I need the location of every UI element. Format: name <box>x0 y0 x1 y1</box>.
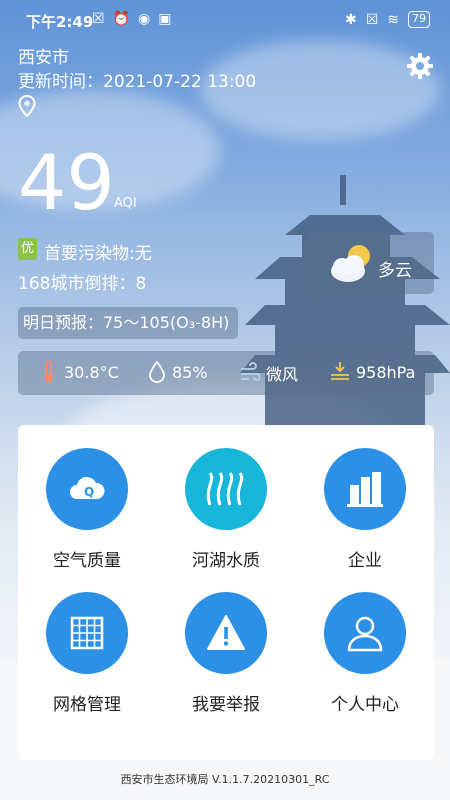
status-bar: 下午2:49 ☒ ⏰ ◉ ▣ ✱ ☒ ≋ 79 <box>0 0 450 40</box>
update-time: 更新时间：2021-07-22 13:00 <box>18 67 256 92</box>
menu-label: 河湖水质 <box>192 551 260 571</box>
gear-icon[interactable] <box>406 52 434 80</box>
menu-label: 空气质量 <box>53 551 121 571</box>
location-pin-icon[interactable] <box>18 95 36 117</box>
grid-management-circle <box>46 592 128 674</box>
grid-icon <box>70 616 104 650</box>
aqi-unit: AQI <box>114 196 137 211</box>
wechat-icon: ◉ <box>138 11 151 27</box>
weather-condition: 多云 <box>378 261 412 281</box>
water-quality-circle <box>185 448 267 530</box>
humidity-value: 85% <box>172 362 208 382</box>
wind-value: 微风 <box>266 365 299 384</box>
cloud-q-icon: Q <box>70 476 105 499</box>
user-icon <box>347 616 383 652</box>
menu-label: 网格管理 <box>53 695 121 715</box>
report-circle <box>185 592 267 674</box>
menu-enterprise[interactable]: 企业 <box>296 448 434 571</box>
enterprise-circle <box>324 448 406 530</box>
city-rank[interactable]: 168城市倒排：8 <box>18 269 146 294</box>
wind-icon <box>241 362 260 381</box>
status-time: 下午2:49 <box>26 13 94 31</box>
menu-grid-management[interactable]: 网格管理 <box>18 592 156 715</box>
aqi-level-badge: 优 <box>18 238 37 260</box>
tomorrow-forecast: 明日预报：75～105(O₃-8H) <box>18 307 238 339</box>
menu-label: 企业 <box>348 551 382 571</box>
water-drop-icon <box>149 361 165 383</box>
update-label: 更新时间： <box>18 72 103 92</box>
water-waves-icon <box>206 472 244 506</box>
sim-icon: ☒ <box>365 11 379 28</box>
pressure-value: 958hPa <box>356 362 416 382</box>
wifi-icon: ≋ <box>387 11 399 28</box>
buildings-icon <box>347 472 383 507</box>
wind-metric: 微风 <box>240 361 298 385</box>
notification-icon: ☒ <box>92 11 105 27</box>
pagoda-illustration <box>240 175 450 435</box>
update-value: 2021-07-22 13:00 <box>103 72 257 92</box>
pressure-icon <box>331 362 349 380</box>
menu-personal-center[interactable]: 个人中心 <box>296 592 434 715</box>
aqi-value: 49 <box>18 138 115 227</box>
air-quality-circle: Q <box>46 448 128 530</box>
menu-label: 我要举报 <box>192 695 260 715</box>
menu-air-quality[interactable]: Q 空气质量 <box>18 448 156 571</box>
temperature-value: 30.8°C <box>64 362 119 382</box>
svg-text:Q: Q <box>84 485 94 499</box>
alarm-icon: ⏰ <box>112 11 130 27</box>
weather-metrics-bar: 30.8°C 85% 微风 958hPa <box>18 351 434 395</box>
temperature-metric: 30.8°C <box>40 361 119 383</box>
menu-panel: Q 空气质量 河湖水质 企业 网格管理 我要举报 个人中心 <box>18 425 434 760</box>
bluetooth-icon: ✱ <box>344 11 357 28</box>
menu-label: 个人中心 <box>331 695 399 715</box>
pressure-metric: 958hPa <box>330 361 415 383</box>
warning-icon <box>207 615 245 650</box>
humidity-metric: 85% <box>148 361 208 383</box>
thermometer-icon <box>44 361 53 382</box>
city-name[interactable]: 西安市 <box>18 43 69 68</box>
notification-icons: ☒ ⏰ ◉ ▣ <box>92 11 171 27</box>
partly-cloudy-icon <box>331 245 370 282</box>
menu-water-quality[interactable]: 河湖水质 <box>157 448 295 571</box>
app-notification-icon: ▣ <box>158 11 172 27</box>
weather-card[interactable]: 多云 <box>306 232 434 294</box>
menu-report[interactable]: 我要举报 <box>157 592 295 715</box>
version-footer: 西安市生态环境局 V.1.1.7.20210301_RC <box>120 773 330 786</box>
primary-pollutant: 首要污染物:无 <box>44 244 152 264</box>
battery-icon: 79 <box>408 11 430 28</box>
system-icons: ✱ ☒ ≋ 79 <box>345 11 430 28</box>
personal-center-circle <box>324 592 406 674</box>
